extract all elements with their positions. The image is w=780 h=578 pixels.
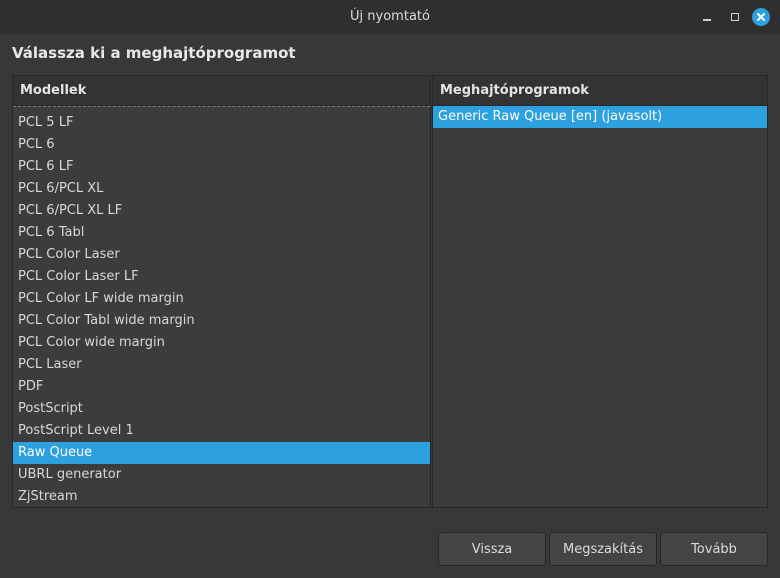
maximize-icon[interactable] (725, 7, 745, 27)
model-list-item[interactable]: PCL Color wide margin (13, 332, 430, 354)
models-column-header[interactable]: Modellek (13, 76, 430, 106)
back-button[interactable]: Vissza (438, 532, 546, 566)
model-list-item[interactable]: PostScript (13, 398, 430, 420)
drivers-panel: Meghajtóprogramok Generic Raw Queue [en]… (432, 75, 768, 508)
model-list-item[interactable]: PostScript Level 1 (13, 420, 430, 442)
model-list-item[interactable]: UBRL generator (13, 464, 430, 486)
next-button[interactable]: Tovább (660, 532, 768, 566)
model-list-item[interactable]: ZjStream (13, 486, 430, 507)
model-list-item[interactable]: PCL 6/PCL XL (13, 178, 430, 200)
cancel-button[interactable]: Megszakítás (549, 532, 657, 566)
models-list: PCL 5 LF PCL 6 PCL 6 LF PCL 6/PCL XL PCL 6/P… (13, 107, 430, 507)
model-list-item[interactable]: Raw Queue (13, 442, 430, 464)
driver-list-item[interactable]: Generic Raw Queue [en] (javasolt) (433, 106, 767, 128)
model-list-item[interactable]: PCL Color LF wide margin (13, 288, 430, 310)
model-list-item[interactable]: PDF (13, 376, 430, 398)
model-list-item[interactable]: PCL 5 LF (13, 112, 430, 134)
model-list-item[interactable]: PCL 6 (13, 134, 430, 156)
minimize-icon[interactable] (697, 7, 717, 27)
model-list-item[interactable]: PCL 6 Tabl (13, 222, 430, 244)
model-list-item[interactable]: PCL 6/PCL XL LF (13, 200, 430, 222)
window-title: Új nyomtató (350, 9, 430, 24)
close-icon[interactable] (752, 8, 770, 26)
drivers-column-header[interactable]: Meghajtóprogramok (433, 76, 767, 106)
page-title: Válassza ki a meghajtóprogramot (12, 44, 296, 62)
model-list-item[interactable]: PCL Laser (13, 354, 430, 376)
model-list-item[interactable]: PCL 6 LF (13, 156, 430, 178)
model-list-item[interactable]: PCL Color Laser (13, 244, 430, 266)
window-titlebar: Új nyomtató (0, 0, 780, 34)
models-panel: Modellek PCL 5 LF PCL 6 PCL 6 LF PCL 6/PCL … (12, 75, 431, 508)
drivers-list: Generic Raw Queue [en] (javasolt) (433, 106, 767, 128)
model-list-item[interactable]: PCL Color Laser LF (13, 266, 430, 288)
model-list-item[interactable]: PCL Color Tabl wide margin (13, 310, 430, 332)
